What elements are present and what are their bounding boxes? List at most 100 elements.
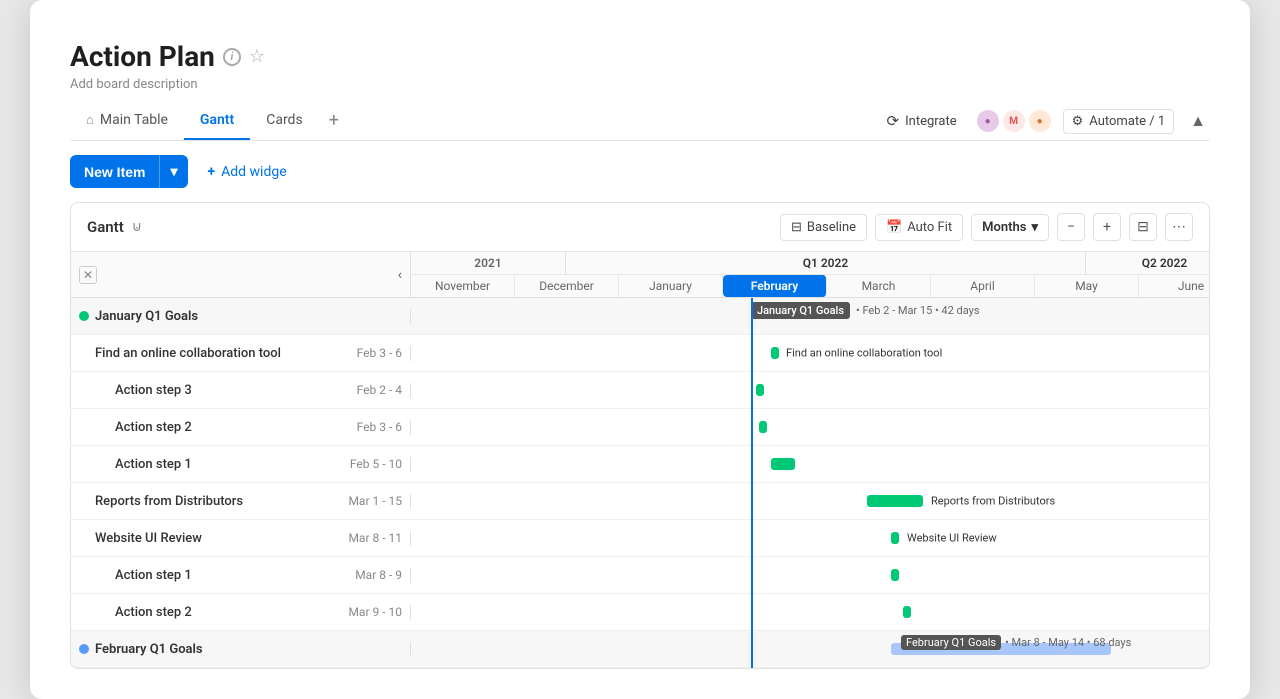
table-row[interactable]: January Q1 Goals January Q1 Goals • Feb … [71, 298, 1209, 335]
row-title: January Q1 Goals [95, 309, 198, 324]
row-title: Action step 3 [115, 383, 192, 398]
zoom-in-button[interactable]: + [1093, 213, 1121, 241]
title-row: Action Plan i ☆ [70, 40, 1210, 73]
table-row[interactable]: Action step 1 Mar 8 - 9 [71, 557, 1209, 594]
tab-main-table[interactable]: ⌂ Main Table [70, 104, 184, 140]
avatar-group: ● M ● [977, 110, 1051, 132]
tab-gantt[interactable]: Gantt [184, 104, 250, 140]
gantt-body: ✕ ‹ 2021 Q1 2022 Q2 2022 November Decemb… [71, 252, 1209, 668]
row-chart-action2b [411, 594, 1209, 630]
row-title: Website UI Review [95, 531, 202, 546]
bar-label: Reports from Distributors [931, 495, 1055, 508]
row-dot [79, 311, 89, 321]
table-row[interactable]: Action step 3 Feb 2 - 4 [71, 372, 1209, 409]
gantt-header: Gantt ⊍ ⊟ Baseline 📅 Auto Fit Months ▾ −… [71, 203, 1209, 252]
quarter-q2-2022: Q2 2022 [1086, 252, 1209, 274]
table-row[interactable]: February Q1 Goals February Q1 Goals • Ma… [71, 631, 1209, 668]
avatar-1: ● [977, 110, 999, 132]
bar-label: February Q1 Goals • Mar 8 - May 14 • 68 … [901, 635, 1131, 650]
star-icon[interactable]: ☆ [249, 46, 265, 67]
integrate-button[interactable]: ⟳ Integrate [879, 108, 965, 134]
row-chart-action1 [411, 446, 1209, 482]
month-january: January [619, 275, 723, 297]
board-title: Action Plan [70, 40, 215, 73]
filter-icon[interactable]: ⊍ [132, 219, 142, 235]
gantt-bar [891, 532, 899, 544]
row-title: Action step 2 [115, 605, 192, 620]
row-left-action1: Action step 1 Feb 5 - 10 [71, 457, 411, 472]
tab-cards[interactable]: Cards [250, 104, 318, 140]
new-item-dropdown-arrow[interactable]: ▾ [159, 155, 187, 188]
row-date: Feb 3 - 6 [357, 346, 402, 360]
bar-label: Website UI Review [907, 532, 997, 545]
row-date: Mar 8 - 11 [348, 531, 402, 545]
row-title: Action step 1 [115, 568, 192, 583]
timeline-left-panel: ✕ ‹ [71, 252, 411, 297]
table-row[interactable]: Action step 1 Feb 5 - 10 [71, 446, 1209, 483]
close-panel-button[interactable]: ✕ [79, 266, 97, 284]
avatar-3: ● [1029, 110, 1051, 132]
board-description[interactable]: Add board description [70, 77, 1210, 92]
save-view-button[interactable]: ⊟ [1129, 213, 1157, 241]
tab-add-button[interactable]: + [319, 102, 349, 141]
table-row[interactable]: Action step 2 Feb 3 - 6 [71, 409, 1209, 446]
month-february: February [723, 275, 827, 297]
row-left-action3: Action step 3 Feb 2 - 4 [71, 383, 411, 398]
row-chart-find-tool: Find an online collaboration tool [411, 335, 1209, 371]
row-left-action2b: Action step 2 Mar 9 - 10 [71, 605, 411, 620]
table-row[interactable]: Action step 2 Mar 9 - 10 [71, 594, 1209, 631]
zoom-out-button[interactable]: − [1057, 213, 1085, 241]
row-title: Action step 1 [115, 457, 192, 472]
row-date: Feb 3 - 6 [357, 420, 402, 434]
chevron-down-icon: ▾ [1031, 220, 1038, 235]
gantt-bar [867, 495, 923, 507]
add-icon: + [208, 164, 216, 180]
collapse-button[interactable]: ▲ [1186, 109, 1210, 133]
new-item-button[interactable]: New Item ▾ [70, 155, 188, 188]
row-left-find-tool: Find an online collaboration tool Feb 3 … [71, 346, 411, 361]
table-row[interactable]: Reports from Distributors Mar 1 - 15 Rep… [71, 483, 1209, 520]
row-left-action2: Action step 2 Feb 3 - 6 [71, 420, 411, 435]
row-date: Feb 2 - 4 [357, 383, 402, 397]
info-icon[interactable]: i [223, 48, 241, 66]
quarter-row: 2021 Q1 2022 Q2 2022 [411, 252, 1209, 275]
integrate-icon: ⟳ [887, 112, 900, 130]
gantt-title-area: Gantt ⊍ [87, 218, 142, 236]
row-left-action1b: Action step 1 Mar 8 - 9 [71, 568, 411, 583]
row-title: February Q1 Goals [95, 642, 203, 657]
automate-button[interactable]: ⚙ Automate / 1 [1063, 109, 1175, 134]
more-options-button[interactable]: ⋯ [1165, 213, 1193, 241]
table-row[interactable]: Find an online collaboration tool Feb 3 … [71, 335, 1209, 372]
add-widget-button[interactable]: + Add widge [196, 157, 299, 187]
row-left-feb-goals: February Q1 Goals [71, 642, 411, 657]
row-left-website: Website UI Review Mar 8 - 11 [71, 531, 411, 546]
bar-label: Find an online collaboration tool [786, 347, 942, 360]
gantt-title: Gantt [87, 218, 124, 236]
gantt-bar [771, 347, 779, 359]
row-chart-website: Website UI Review [411, 520, 1209, 556]
automate-icon: ⚙ [1072, 114, 1084, 129]
month-june: June [1139, 275, 1209, 297]
row-left-jan-goals: January Q1 Goals [71, 309, 411, 324]
month-row: November December January February March… [411, 275, 1209, 297]
app-window: Action Plan i ☆ Add board description ⌂ … [30, 0, 1250, 699]
baseline-button[interactable]: ⊟ Baseline [780, 214, 867, 241]
month-december: December [515, 275, 619, 297]
auto-fit-button[interactable]: 📅 Auto Fit [875, 214, 963, 241]
nav-left-button[interactable]: ‹ [398, 267, 402, 283]
row-chart-action1b [411, 557, 1209, 593]
bar-label: January Q1 Goals • Feb 2 - Mar 15 • 42 d… [751, 302, 980, 319]
home-icon: ⌂ [86, 112, 94, 128]
quarter-2021: 2021 [411, 252, 566, 274]
row-title: Reports from Distributors [95, 494, 243, 509]
row-date: Mar 9 - 10 [348, 605, 402, 619]
gantt-bar [891, 569, 899, 581]
months-dropdown[interactable]: Months ▾ [971, 214, 1049, 241]
tabs-row: ⌂ Main Table Gantt Cards + ⟳ Integrate ● [70, 102, 1210, 141]
month-may: May [1035, 275, 1139, 297]
gantt-controls: ⊟ Baseline 📅 Auto Fit Months ▾ − + ⊟ ⋯ [780, 213, 1193, 241]
row-chart-feb-goals: February Q1 Goals • Mar 8 - May 14 • 68 … [411, 631, 1209, 667]
header-area: Action Plan i ☆ Add board description [70, 40, 1210, 92]
avatar-2: M [1003, 110, 1025, 132]
table-row[interactable]: Website UI Review Mar 8 - 11 Website UI … [71, 520, 1209, 557]
